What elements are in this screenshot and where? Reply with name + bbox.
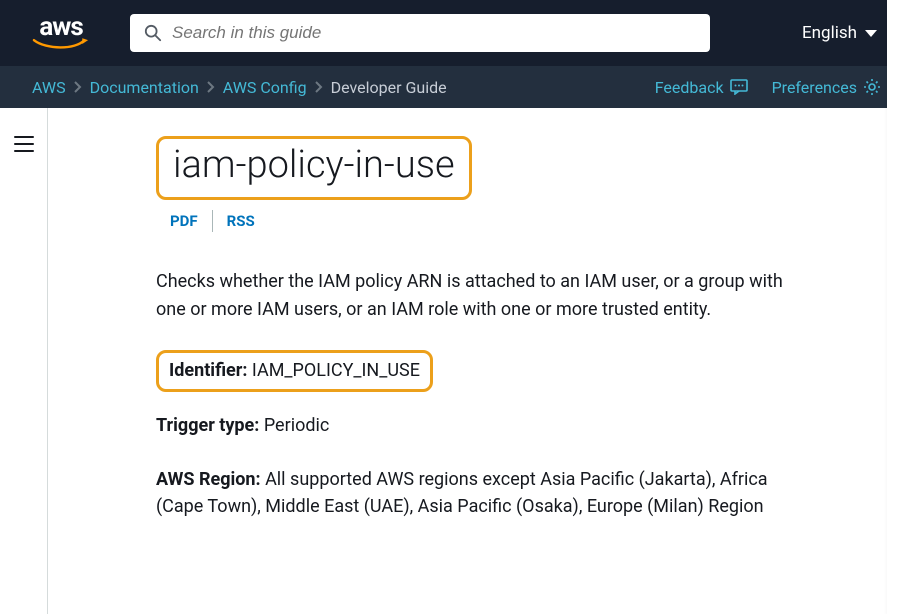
header-right-links: Feedback Preferences	[655, 78, 881, 97]
chevron-right-icon	[74, 81, 82, 93]
preferences-link[interactable]: Preferences	[772, 78, 881, 97]
separator	[212, 210, 213, 232]
language-label: English	[802, 23, 857, 43]
feedback-link[interactable]: Feedback	[655, 78, 748, 97]
doc-format-links: PDF RSS	[170, 210, 807, 232]
aws-smile-icon	[32, 38, 90, 52]
chevron-down-icon	[865, 30, 877, 37]
pdf-link[interactable]: PDF	[170, 212, 198, 230]
feedback-icon	[730, 79, 748, 95]
aws-logo-text: aws	[39, 14, 82, 40]
breadcrumb-documentation[interactable]: Documentation	[90, 78, 199, 97]
hamburger-icon[interactable]	[14, 136, 34, 152]
breadcrumb-current: Developer Guide	[331, 78, 447, 97]
page-title: iam-policy-in-use	[173, 143, 455, 187]
chevron-right-icon	[207, 81, 215, 93]
language-picker[interactable]: English	[802, 23, 877, 43]
trigger-value: Periodic	[264, 415, 329, 436]
rss-link[interactable]: RSS	[227, 212, 255, 230]
content-area: iam-policy-in-use PDF RSS Checks whether…	[0, 108, 897, 614]
torn-edge-decoration	[887, 0, 897, 614]
breadcrumb-aws[interactable]: AWS	[32, 78, 66, 97]
title-highlight-box: iam-policy-in-use	[156, 136, 472, 200]
trigger-row: Trigger type: Periodic	[156, 412, 807, 440]
identifier-label: Identifier:	[169, 360, 247, 381]
preferences-label: Preferences	[772, 78, 857, 97]
breadcrumb: AWS Documentation AWS Config Developer G…	[32, 78, 447, 97]
identifier-highlight-box: Identifier: IAM_POLICY_IN_USE	[156, 350, 433, 392]
feedback-label: Feedback	[655, 78, 724, 97]
aws-logo[interactable]: aws	[32, 14, 90, 52]
search-box[interactable]	[130, 14, 710, 52]
description-text: Checks whether the IAM policy ARN is att…	[156, 268, 807, 324]
identifier-value: IAM_POLICY_IN_USE	[252, 360, 420, 381]
breadcrumb-aws-config[interactable]: AWS Config	[223, 78, 307, 97]
region-label: AWS Region:	[156, 469, 261, 490]
main-content: iam-policy-in-use PDF RSS Checks whether…	[48, 108, 897, 614]
chevron-right-icon	[315, 81, 323, 93]
gear-icon	[863, 78, 881, 96]
sub-header: AWS Documentation AWS Config Developer G…	[0, 66, 897, 108]
search-icon	[144, 24, 162, 42]
top-header: aws English	[0, 0, 897, 66]
trigger-label: Trigger type:	[156, 415, 259, 436]
region-row: AWS Region: All supported AWS regions ex…	[156, 466, 807, 522]
search-input[interactable]	[172, 23, 696, 43]
sidebar-collapsed	[0, 108, 48, 614]
